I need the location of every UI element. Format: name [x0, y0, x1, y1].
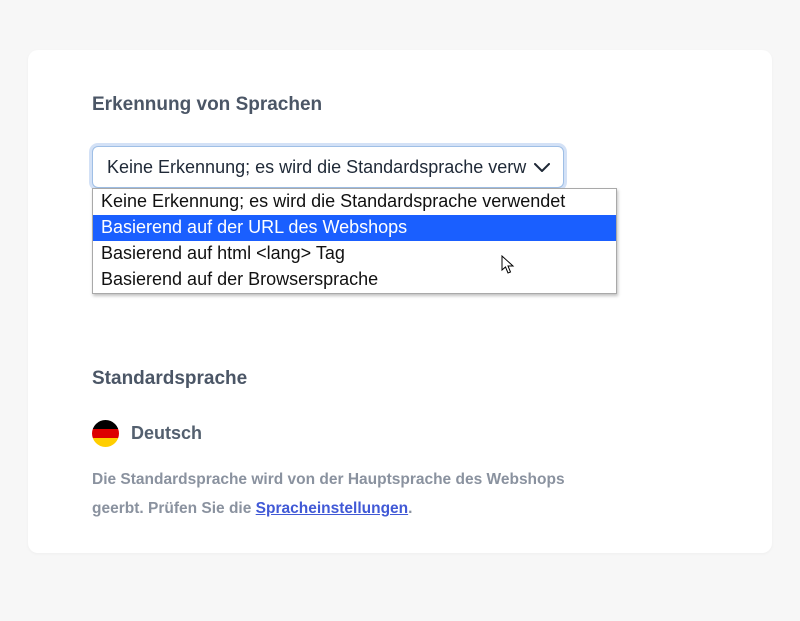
dropdown-option-browser[interactable]: Basierend auf der Browsersprache [93, 267, 616, 293]
select-wrap: Keine Erkennung; es wird die Standardspr… [92, 146, 564, 188]
default-language-label: Deutsch [131, 423, 202, 444]
default-language-row: Deutsch [92, 420, 708, 447]
default-language-section: Standardsprache Deutsch Die Standardspra… [92, 368, 708, 524]
language-detection-select[interactable]: Keine Erkennung; es wird die Standardspr… [92, 146, 564, 188]
settings-card: Erkennung von Sprachen Keine Erkennung; … [28, 50, 772, 553]
help-text-line2a: geerbt. Prüfen Sie die [92, 500, 251, 517]
flag-germany-icon [92, 420, 119, 447]
dropdown-option-html-lang[interactable]: Basierend auf html <lang> Tag [93, 241, 616, 267]
language-detection-dropdown: Keine Erkennung; es wird die Standardspr… [92, 188, 617, 294]
link-language-settings[interactable]: Spracheinstellungen [256, 500, 408, 517]
help-text-line2b: . [408, 500, 412, 517]
heading-language-detection: Erkennung von Sprachen [92, 94, 708, 116]
select-displayed-value: Keine Erkennung; es wird die Standardspr… [107, 157, 526, 177]
help-text: Die Standardsprache wird von der Hauptsp… [92, 465, 708, 524]
help-text-line1: Die Standardsprache wird von der Hauptsp… [92, 471, 565, 488]
dropdown-option-url[interactable]: Basierend auf der URL des Webshops [93, 215, 616, 241]
heading-default-language: Standardsprache [92, 368, 708, 390]
dropdown-option-none[interactable]: Keine Erkennung; es wird die Standardspr… [93, 189, 616, 215]
